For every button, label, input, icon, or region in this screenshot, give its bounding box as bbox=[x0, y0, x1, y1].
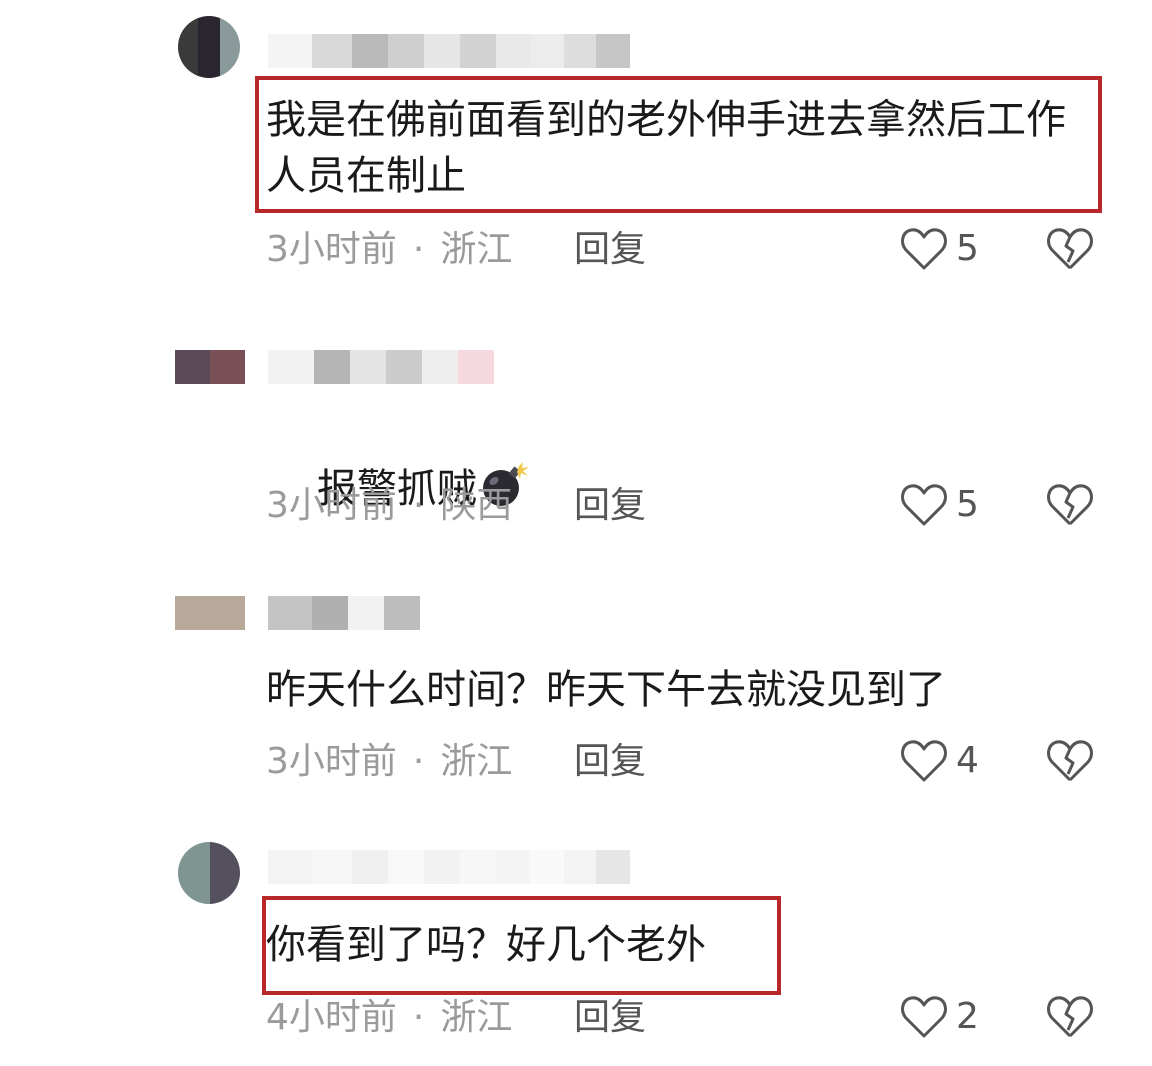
comment-time: 4小时前 bbox=[266, 997, 397, 1038]
broken-heart-icon bbox=[1047, 740, 1093, 782]
heart-icon bbox=[901, 740, 947, 782]
comment-time: 3小时前 bbox=[266, 485, 397, 526]
meta-separator: · bbox=[412, 741, 425, 782]
username-blurred[interactable] bbox=[268, 34, 630, 68]
comment-meta: 4小时前 · 浙江 bbox=[266, 996, 512, 1040]
comment-time: 3小时前 bbox=[266, 741, 397, 782]
username-blurred[interactable] bbox=[268, 350, 494, 384]
username-blurred[interactable] bbox=[268, 596, 420, 630]
comment-meta: 3小时前 · 浙江 bbox=[266, 228, 512, 272]
heart-icon bbox=[901, 484, 947, 526]
reply-button[interactable]: 回复 bbox=[574, 484, 646, 528]
meta-separator: · bbox=[412, 229, 425, 270]
dislike-button[interactable] bbox=[1046, 226, 1094, 276]
comment-text: 昨天什么时间？昨天下午去就没见到了 bbox=[266, 667, 946, 713]
broken-heart-icon bbox=[1047, 996, 1093, 1038]
reply-button[interactable]: 回复 bbox=[574, 740, 646, 784]
broken-heart-icon bbox=[1047, 484, 1093, 526]
comment-location: 陕西 bbox=[440, 485, 513, 526]
avatar[interactable] bbox=[175, 350, 245, 384]
like-button[interactable]: 5 bbox=[900, 226, 979, 272]
like-button[interactable]: 2 bbox=[900, 994, 979, 1040]
avatar[interactable] bbox=[175, 596, 245, 630]
like-count: 5 bbox=[956, 228, 979, 269]
dislike-button[interactable] bbox=[1046, 738, 1094, 788]
like-count: 4 bbox=[956, 740, 979, 781]
dislike-button[interactable] bbox=[1046, 994, 1094, 1044]
avatar[interactable] bbox=[178, 16, 240, 78]
comment-location: 浙江 bbox=[440, 997, 513, 1038]
broken-heart-icon bbox=[1047, 228, 1093, 270]
heart-icon bbox=[901, 996, 947, 1038]
comment-text: 你看到了吗？好几个老外 bbox=[266, 922, 706, 968]
comment-text: 我是在佛前面看到的老外伸手进去拿然后工作人员在制止 bbox=[266, 97, 1066, 199]
comment-location: 浙江 bbox=[440, 229, 513, 270]
like-count: 5 bbox=[956, 484, 979, 525]
meta-separator: · bbox=[412, 485, 425, 526]
comment-location: 浙江 bbox=[440, 741, 513, 782]
meta-separator: · bbox=[412, 997, 425, 1038]
comment-time: 3小时前 bbox=[266, 229, 397, 270]
like-button[interactable]: 4 bbox=[900, 738, 979, 784]
reply-button[interactable]: 回复 bbox=[574, 228, 646, 272]
reply-button[interactable]: 回复 bbox=[574, 996, 646, 1040]
avatar[interactable] bbox=[178, 842, 240, 904]
like-button[interactable]: 5 bbox=[900, 482, 979, 528]
comment-meta: 3小时前 · 浙江 bbox=[266, 740, 512, 784]
like-count: 2 bbox=[956, 996, 979, 1037]
comment-meta: 3小时前 · 陕西 bbox=[266, 484, 512, 528]
dislike-button[interactable] bbox=[1046, 482, 1094, 532]
username-blurred[interactable] bbox=[268, 850, 630, 884]
heart-icon bbox=[901, 228, 947, 270]
